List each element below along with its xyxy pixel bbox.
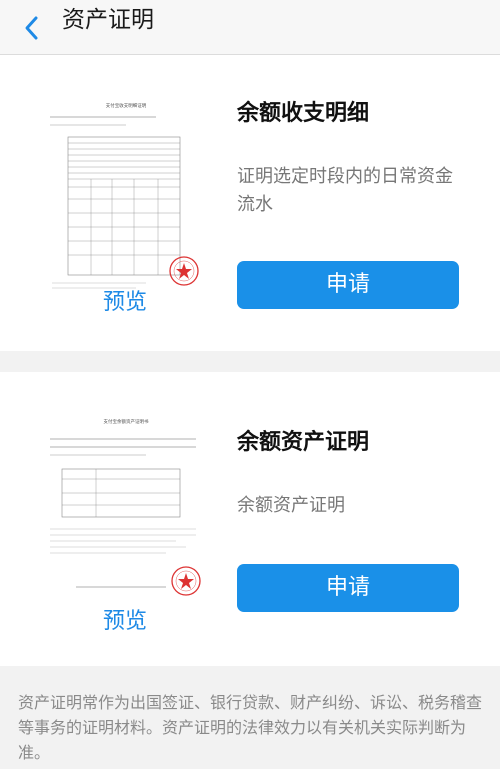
chevron-left-icon	[25, 16, 38, 40]
back-button[interactable]	[18, 8, 48, 48]
document-thumbnail[interactable]: 支付宝余额资产证明书	[46, 409, 206, 605]
balance-asset-card: 支付宝余额资产证明书 预览 余额资产证明 余额资产证明 申请	[0, 372, 500, 666]
card-title: 余额资产证明	[237, 430, 370, 455]
preview-link[interactable]: 预览	[70, 608, 180, 636]
apply-button[interactable]: 申请	[237, 261, 459, 309]
document-title: 支付宝收支明细证明	[106, 102, 147, 109]
preview-link[interactable]: 预览	[70, 289, 180, 317]
page-title: 资产证明	[62, 7, 154, 33]
card-title: 余额收支明细	[237, 101, 370, 126]
apply-button[interactable]: 申请	[237, 564, 459, 612]
footer-note: 资产证明常作为出国签证、银行贷款、财产纠纷、诉讼、税务稽查等事务的证明材料。资产…	[18, 693, 483, 762]
card-description: 证明选定时段内的日常资金流水	[237, 166, 453, 215]
document-title: 支付宝余额资产证明书	[104, 418, 149, 425]
card-description: 余额资产证明	[237, 495, 345, 516]
income-expense-card: 支付宝收支明细证明 预览 余额收支明细 证明选定时段内的日常资金流水 申请	[0, 55, 500, 351]
nav-bar: 资产证明	[0, 0, 500, 55]
document-thumbnail[interactable]: 支付宝收支明细证明	[46, 95, 206, 291]
